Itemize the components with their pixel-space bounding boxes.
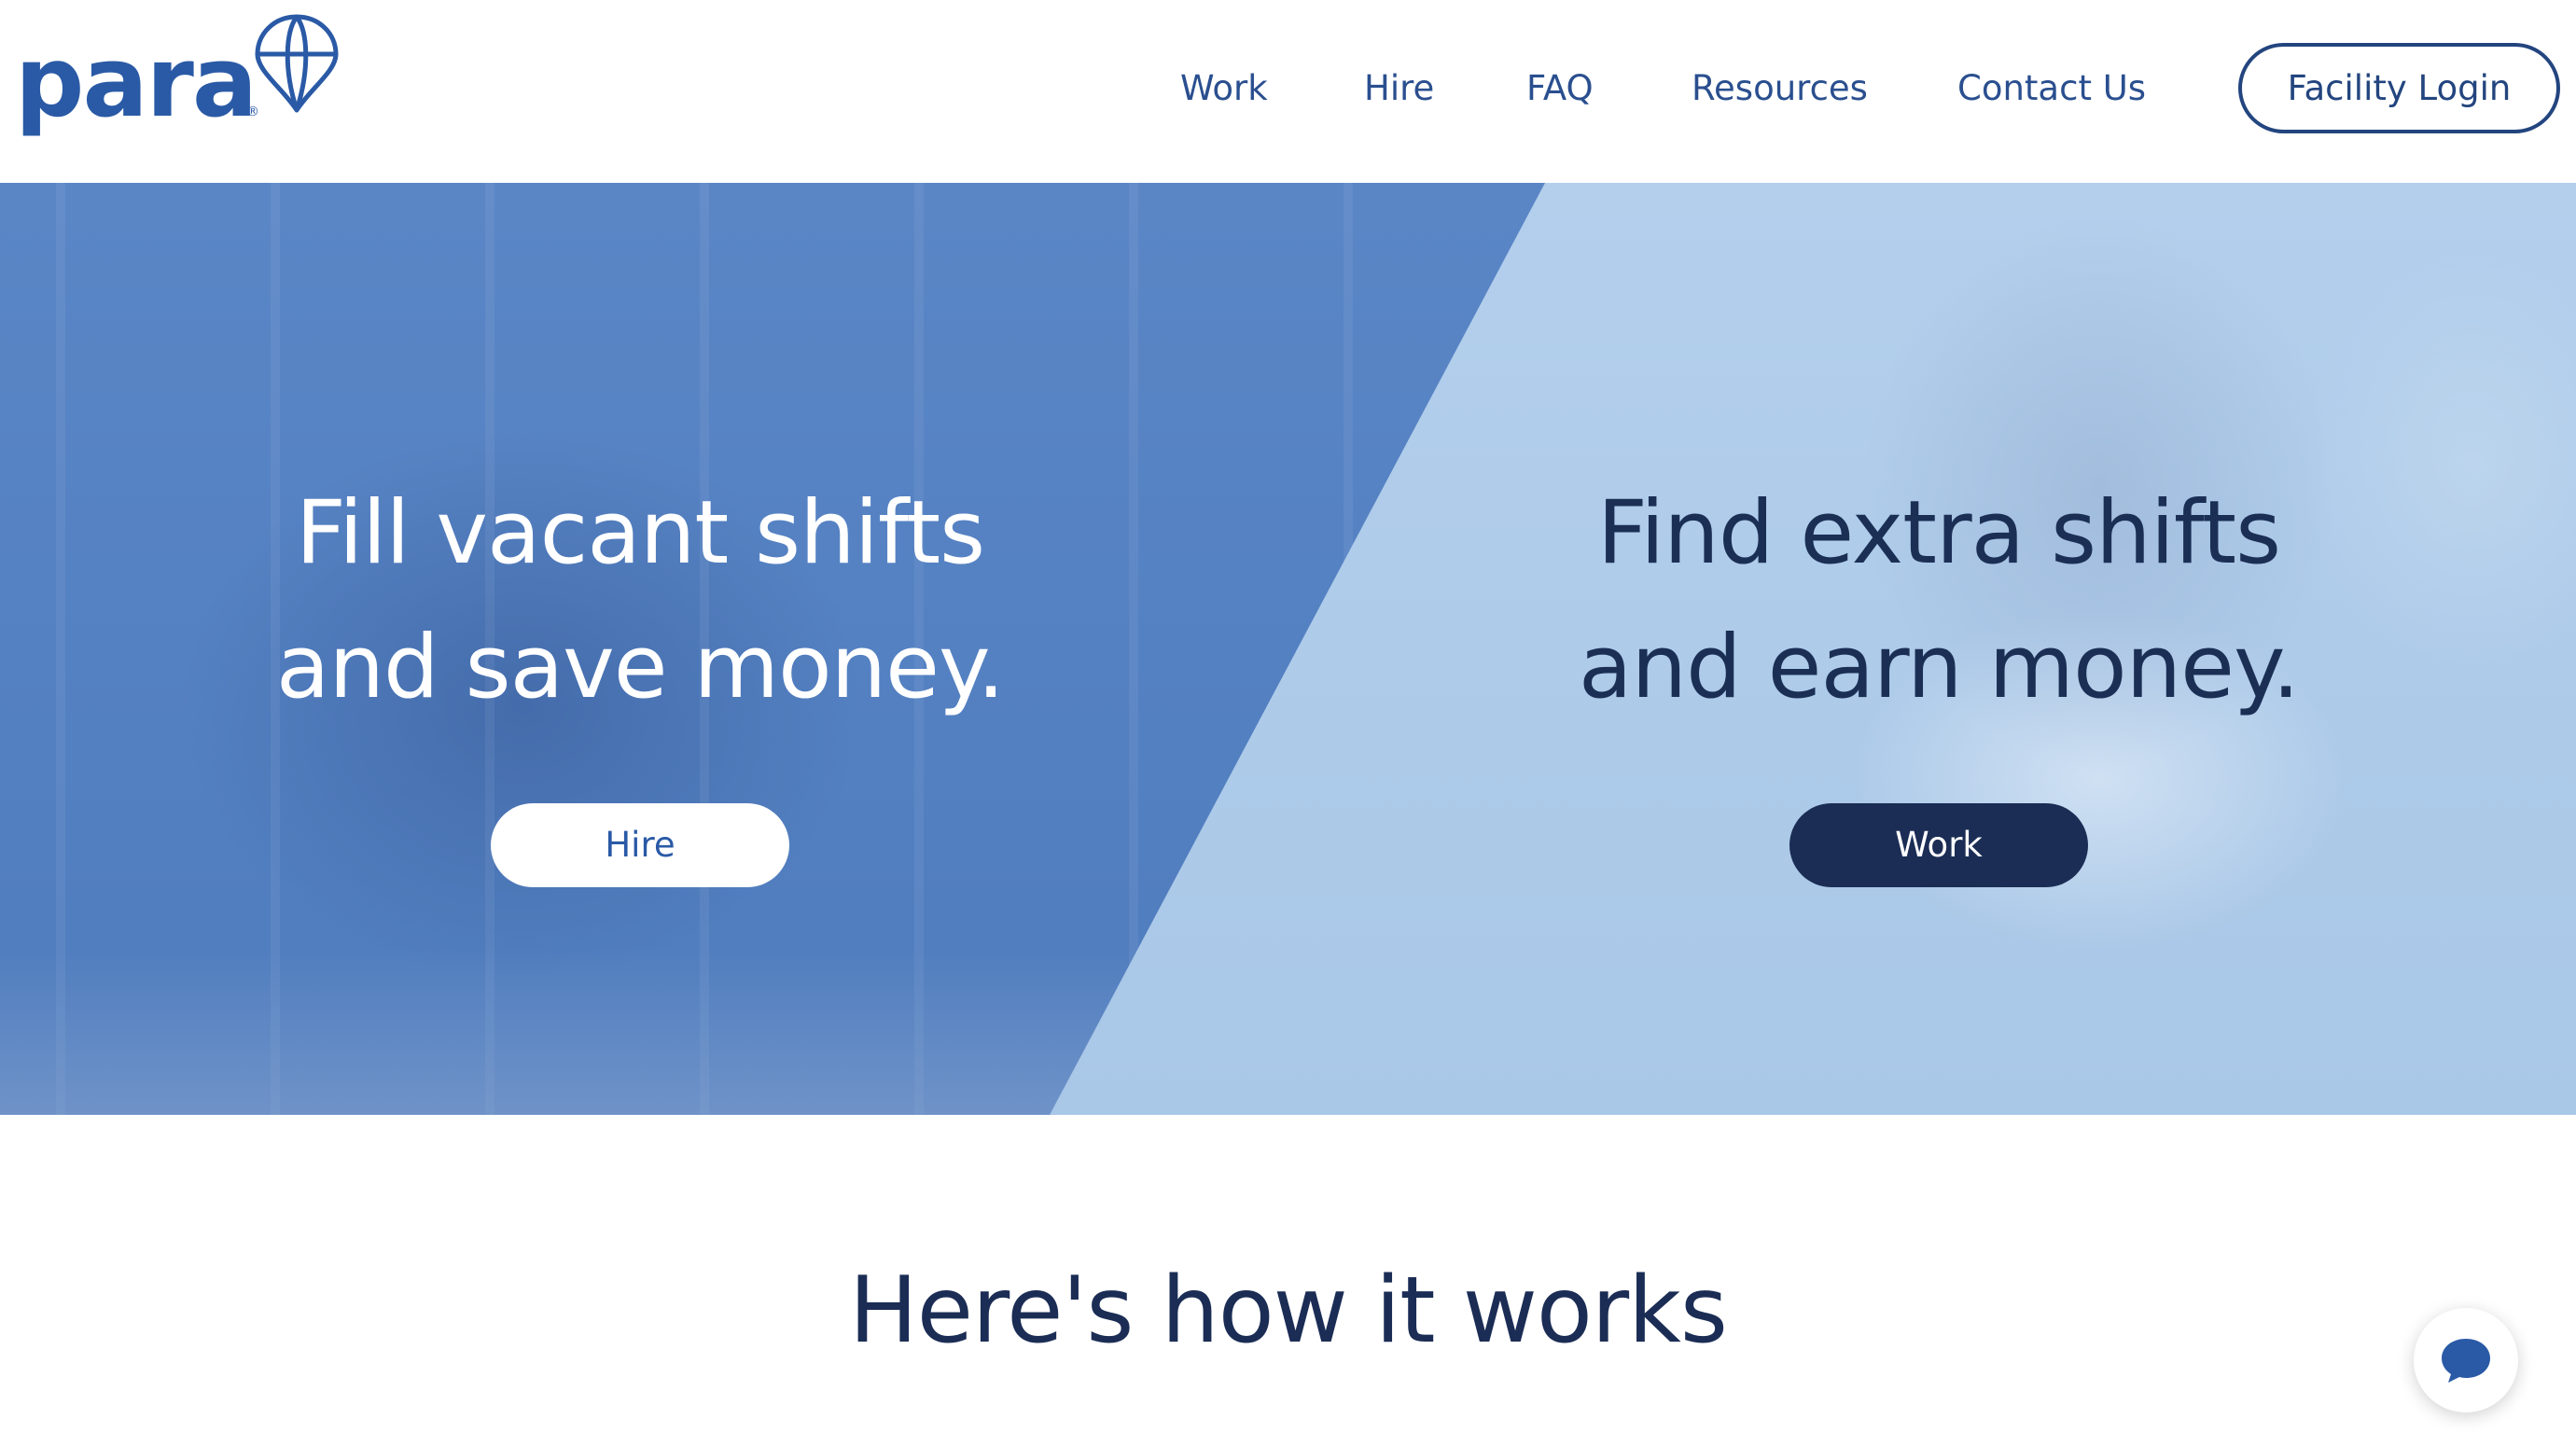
hero-section: Fill vacant shifts and save money. Hire … — [0, 183, 2576, 1115]
how-it-works-title: Here's how it works — [849, 1258, 1728, 1364]
hot-air-balloon-icon — [255, 14, 339, 113]
hero-left-line-2: and save money. — [275, 617, 1005, 718]
nav-hire[interactable]: Hire — [1364, 56, 1434, 121]
nav-work[interactable]: Work — [1180, 56, 1268, 121]
nav-contact-us[interactable]: Contact Us — [1957, 56, 2146, 121]
chat-widget-button[interactable] — [2414, 1308, 2518, 1412]
facility-login-button[interactable]: Facility Login — [2238, 43, 2560, 133]
hero-left-line-1: Fill vacant shifts — [295, 482, 985, 584]
work-button[interactable]: Work — [1789, 803, 2088, 887]
site-header: para ® Work Hire FAQ Resources Contact U… — [0, 0, 2576, 183]
chat-bubble-icon — [2442, 1339, 2490, 1383]
logo-wordmark: para — [15, 25, 258, 139]
para-logo[interactable]: para ® — [15, 13, 339, 153]
hero-right-line-1: Find extra shifts — [1596, 482, 2281, 584]
hero-left-headline: Fill vacant shifts and save money. — [220, 466, 1060, 735]
hero-left-floor — [0, 948, 1140, 1115]
hero-right-line-2: and earn money. — [1578, 617, 2300, 718]
nav-faq[interactable]: FAQ — [1526, 56, 1594, 121]
hero-right-headline: Find extra shifts and earn money. — [1519, 466, 2359, 735]
hire-button[interactable]: Hire — [491, 803, 789, 887]
nav-resources[interactable]: Resources — [1692, 56, 1868, 121]
